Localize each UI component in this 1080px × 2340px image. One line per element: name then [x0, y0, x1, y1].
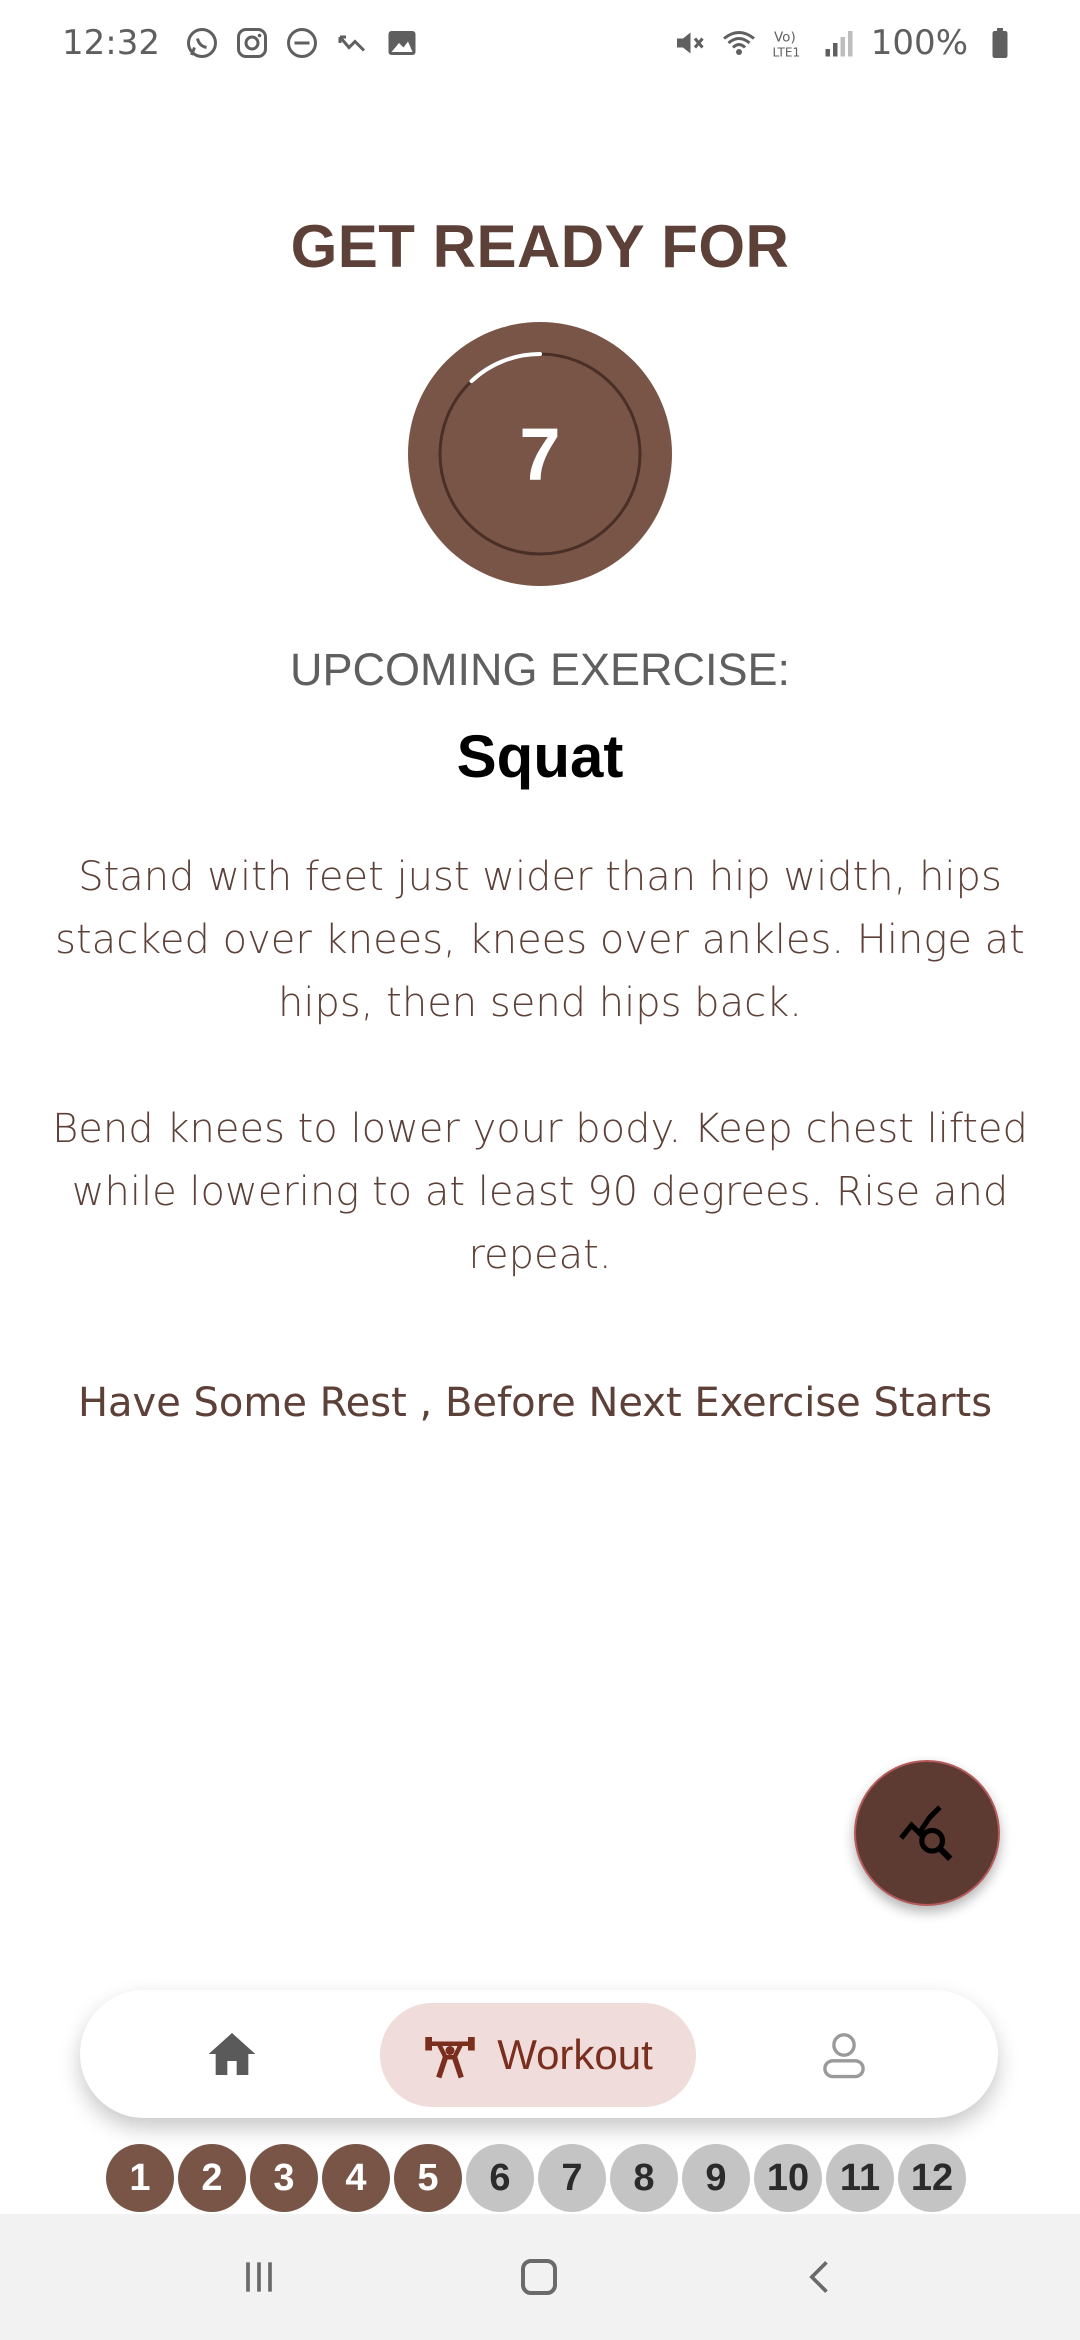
volte-icon: Vo) LTE1 — [771, 25, 807, 61]
status-bar: 12:32 Vo) LTE1 100% — [0, 0, 1080, 86]
nav-workout-tab[interactable]: Workout — [380, 2003, 696, 2107]
wifi-icon — [721, 25, 757, 61]
countdown-value: 7 — [519, 412, 561, 496]
step-indicator-5: 5 — [394, 2144, 462, 2212]
step-indicator-11: 11 — [826, 2144, 894, 2212]
mute-icon — [671, 25, 707, 61]
exercise-step-indicator: 1 2 3 4 5 6 7 8 9 10 11 12 — [106, 2144, 970, 2216]
missed-call-icon — [334, 25, 370, 61]
step-indicator-12: 12 — [898, 2144, 966, 2212]
signal-icon — [821, 25, 857, 61]
battery-percent: 100% — [870, 23, 968, 63]
back-chevron-icon — [809, 2261, 828, 2293]
step-indicator-10: 10 — [754, 2144, 822, 2212]
exercise-name: Squat — [456, 723, 624, 790]
rest-note: Have Some Rest , Before Next Exercise St… — [77, 1380, 993, 1426]
countdown-timer: 7 — [408, 322, 672, 586]
step-indicator-3: 3 — [250, 2144, 318, 2212]
exercise-description: Stand with feet just wider than hip widt… — [52, 854, 1028, 1278]
svg-text:LTE1: LTE1 — [772, 46, 800, 60]
weightlifter-icon — [425, 2037, 475, 2079]
instagram-icon — [234, 25, 270, 61]
system-nav-bar — [0, 2214, 1080, 2340]
step-indicator-2: 2 — [178, 2144, 246, 2212]
person-icon — [823, 2033, 865, 2079]
battery-icon — [982, 25, 1018, 61]
nav-profile-button[interactable] — [810, 2020, 878, 2088]
page-title: GET READY FOR — [290, 213, 790, 280]
status-left: 12:32 — [62, 23, 420, 63]
step-indicator-1: 1 — [106, 2144, 174, 2212]
back-button[interactable] — [788, 2244, 854, 2310]
recent-apps-button[interactable] — [226, 2244, 292, 2310]
status-right: Vo) LTE1 100% — [671, 23, 1018, 63]
nav-workout-label: Workout — [497, 2031, 653, 2078]
step-indicator-9: 9 — [682, 2144, 750, 2212]
home-system-button[interactable] — [506, 2244, 572, 2310]
upcoming-exercise-label: UPCOMING EXERCISE: — [289, 644, 791, 695]
dnd-icon — [284, 25, 320, 61]
analytics-search-icon — [899, 1805, 953, 1862]
step-indicator-7: 7 — [538, 2144, 606, 2212]
svg-text:Vo): Vo) — [774, 30, 796, 46]
home-square-icon — [521, 2259, 557, 2295]
status-time: 12:32 — [62, 23, 160, 63]
whatsapp-icon — [184, 25, 220, 61]
analytics-fab-button[interactable] — [854, 1760, 1000, 1906]
bottom-nav: Workout — [80, 1990, 998, 2118]
recent-apps-icon — [246, 2262, 272, 2292]
home-icon — [208, 2033, 256, 2075]
gallery-icon — [384, 25, 420, 61]
nav-home-button[interactable] — [198, 2020, 266, 2088]
step-indicator-4: 4 — [322, 2144, 390, 2212]
step-indicator-8: 8 — [610, 2144, 678, 2212]
step-indicator-6: 6 — [466, 2144, 534, 2212]
